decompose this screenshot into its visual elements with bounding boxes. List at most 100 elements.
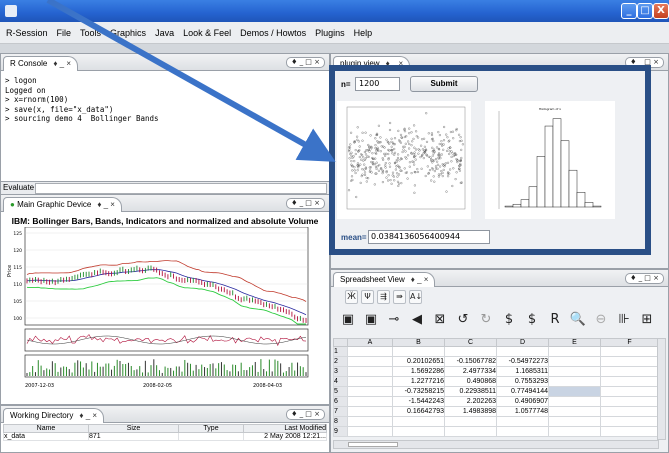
minimize-button[interactable]: _ [621,3,637,19]
cell[interactable] [444,416,497,427]
cell[interactable] [548,356,601,367]
evaluate-input[interactable] [35,183,327,194]
r-eval-icon[interactable]: R [546,310,564,329]
split-icon[interactable]: ⊪ [615,310,633,329]
cell[interactable]: -0.73258215 [392,386,445,397]
row-header[interactable]: 9 [333,426,348,437]
cell[interactable]: 1.1685311 [496,366,549,377]
cell[interactable] [347,406,393,417]
scrollbar-thumb[interactable] [348,442,398,447]
tab-main-graphic-device[interactable]: ● Main Graphic Device ♦ _ × [3,197,122,212]
cell[interactable] [600,366,659,377]
cell[interactable]: 0.20102651 [392,356,445,367]
eraser-icon[interactable]: ◀ [408,310,426,329]
cell[interactable] [548,426,601,437]
row-header[interactable]: 8 [333,416,348,427]
table-row[interactable]: 2 0.20102651 -0.15067782 -0.54972273 [333,356,659,367]
zoom-out-icon[interactable]: ⊖ [592,310,610,329]
cell[interactable]: -0.54972273 [496,356,549,367]
cell[interactable] [600,426,659,437]
funnel-icon[interactable]: Ψ [361,290,374,304]
cell[interactable] [600,376,659,387]
column-header[interactable]: B [392,338,445,347]
grid-icon[interactable]: ⊠ [431,310,449,329]
table-row[interactable]: 8 [333,416,659,427]
panel-controls[interactable]: ♦ _ □ × [286,57,325,68]
table-row[interactable]: 1 [333,346,659,357]
maximize-button[interactable]: □ [637,3,653,19]
table-row[interactable]: 5 -0.73258215 0.22938511 0.77494144 [333,386,659,397]
cell[interactable] [347,376,393,387]
cell[interactable] [347,366,393,377]
table-row[interactable]: 7 0.16642793 1.4983898 1.0577748 [333,406,659,417]
cell[interactable] [548,376,601,387]
row-header[interactable]: 4 [333,376,348,387]
cut-icon[interactable]: ⊸ [385,310,403,329]
cell[interactable] [496,346,549,357]
column-header[interactable]: Size [88,424,179,433]
r-import-icon[interactable]: $ [523,310,541,329]
cell[interactable] [496,416,549,427]
menu-file[interactable]: File [57,28,72,38]
close-button[interactable]: X [653,3,669,19]
filter-icon[interactable]: Ӂ [345,290,358,304]
paste-icon[interactable]: ▣ [362,310,380,329]
menu-tools[interactable]: Tools [80,28,101,38]
menu-look-feel[interactable]: Look & Feel [183,28,231,38]
cell[interactable]: 2.202263 [444,396,497,407]
tab-icons[interactable]: ♦ _ × [97,200,115,209]
copy-icon[interactable]: ▣ [339,310,357,329]
cell[interactable]: 0.77494144 [496,386,549,397]
redo-icon[interactable]: ↻ [477,310,495,329]
cell[interactable] [600,346,659,357]
cell[interactable] [347,416,393,427]
cell[interactable]: 1.2277216 [392,376,445,387]
cell[interactable]: 2.4977334 [444,366,497,377]
cell[interactable] [600,406,659,417]
cell[interactable] [347,356,393,367]
tab-icons[interactable]: ♦ _ × [79,411,97,420]
cell[interactable] [548,386,601,397]
row-header[interactable]: 5 [333,386,348,397]
column-header[interactable]: F [600,338,659,347]
horizontal-scrollbar[interactable] [333,440,659,449]
cell[interactable]: 1.0577748 [496,406,549,417]
table-row[interactable]: x_data 871 2 May 2008 12:21... [3,432,327,441]
column-header[interactable]: A [347,338,393,347]
tab-working-directory[interactable]: Working Directory ♦ _ × [3,408,105,423]
cell[interactable] [600,416,659,427]
cell[interactable] [548,366,601,377]
cell[interactable] [600,386,659,397]
menu-graphics[interactable]: Graphics [110,28,146,38]
cell[interactable] [347,396,393,407]
insert-column-icon[interactable]: ⇶ [377,290,390,304]
column-header[interactable]: Name [3,424,89,433]
menu-demos[interactable]: Demos / Howtos [240,28,306,38]
column-header[interactable]: Type [178,424,244,433]
cell[interactable] [392,426,445,437]
menu-r-session[interactable]: R-Session [6,28,48,38]
cell[interactable]: -0.15067782 [444,356,497,367]
cell[interactable]: 0.16642793 [392,406,445,417]
cell[interactable]: 1.5692286 [392,366,445,377]
table-icon[interactable]: ⊞ [638,310,656,329]
table-row[interactable]: 6 -1.5442243 2.202263 0.4906907 [333,396,659,407]
column-header[interactable]: E [548,338,601,347]
tab-icons[interactable]: ♦ _ × [53,59,71,68]
table-row[interactable]: 9 [333,426,659,437]
table-row[interactable]: 3 1.5692286 2.4977334 1.1685311 [333,366,659,377]
cell[interactable] [347,386,393,397]
row-header[interactable]: 1 [333,346,348,357]
cell[interactable] [392,416,445,427]
submit-button[interactable]: Submit [410,76,478,92]
row-header[interactable]: 7 [333,406,348,417]
menu-help[interactable]: Help [354,28,373,38]
column-header[interactable]: D [496,338,549,347]
column-header[interactable]: Last Modified [243,424,327,433]
tab-r-console[interactable]: R Console ♦ _ × [3,56,79,71]
cell[interactable]: -1.5442243 [392,396,445,407]
n-input[interactable]: 1200 [355,77,400,91]
cell[interactable]: 0.7553293 [496,376,549,387]
undo-icon[interactable]: ↺ [454,310,472,329]
row-header[interactable]: 6 [333,396,348,407]
